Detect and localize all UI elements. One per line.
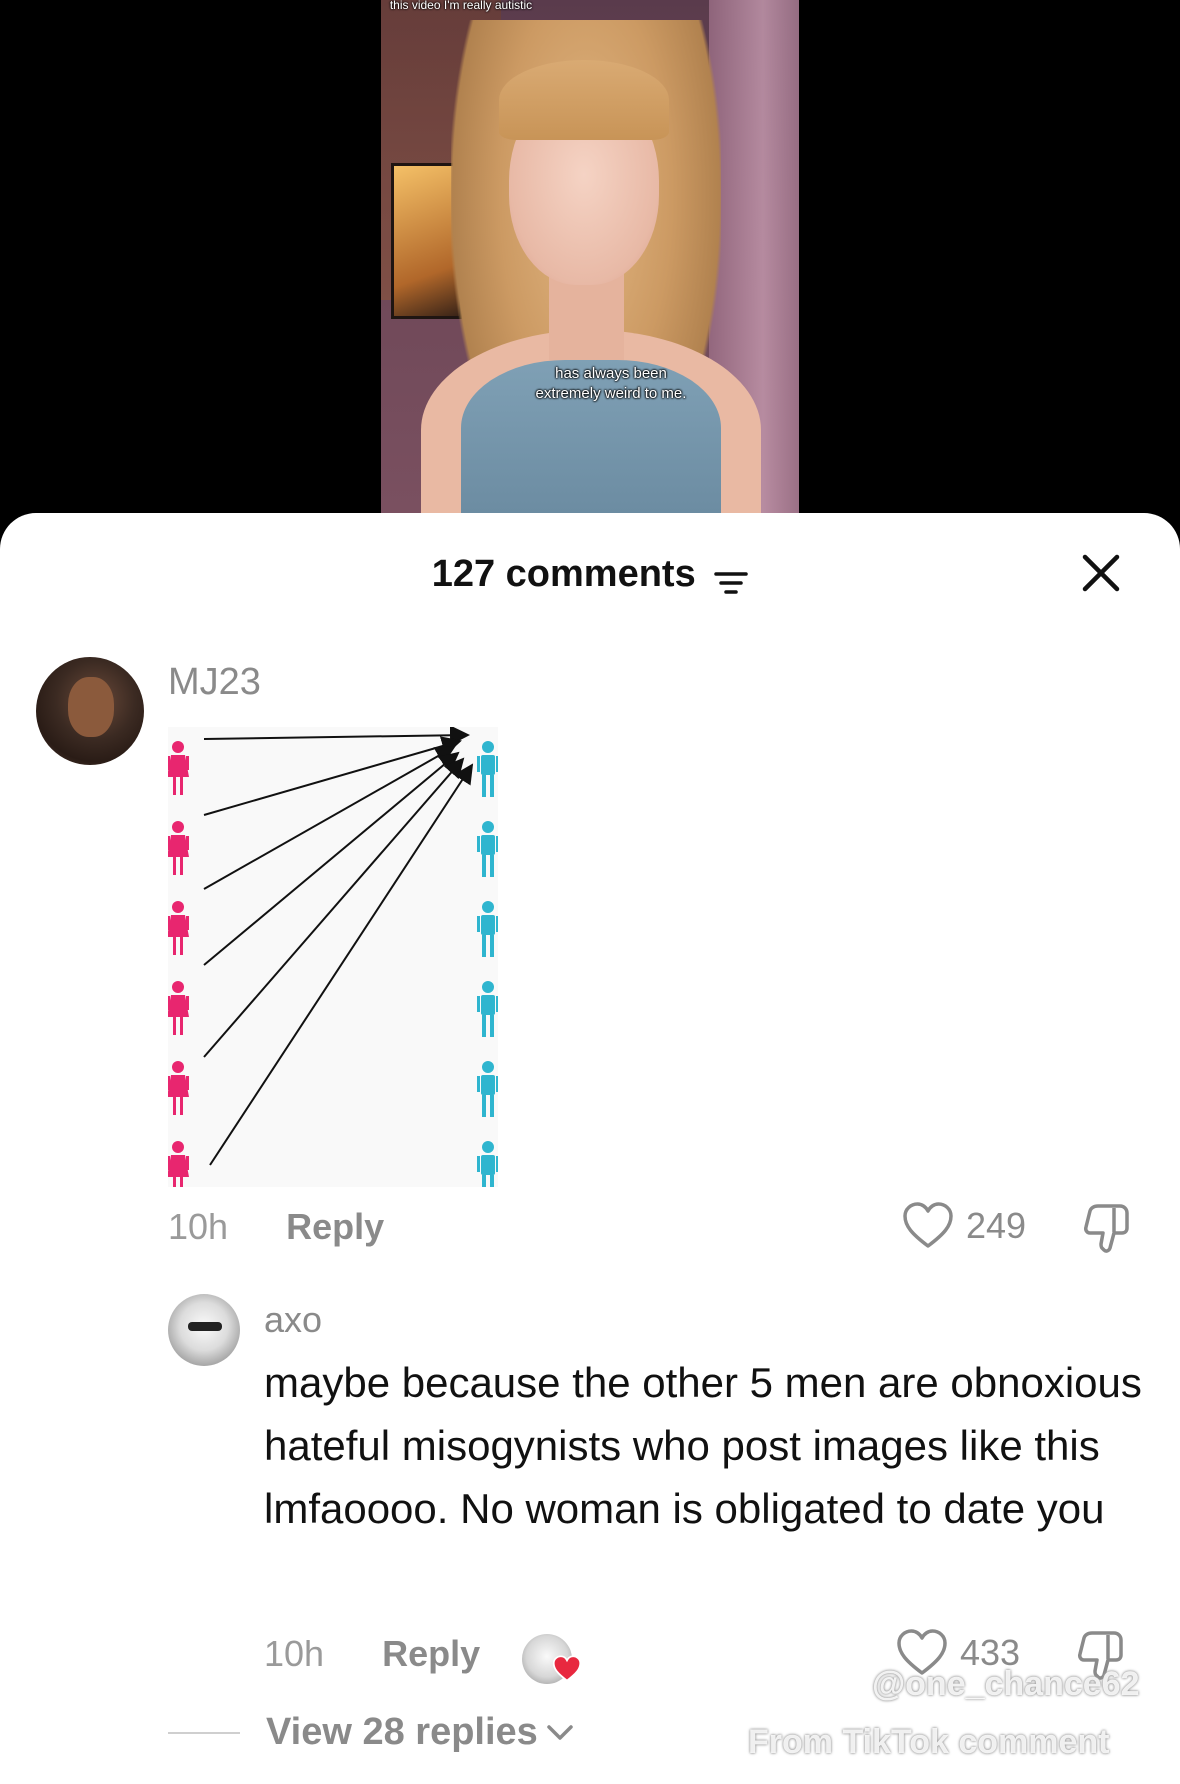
man-figure-icon <box>477 741 499 1197</box>
heart-filled-icon <box>552 1655 582 1688</box>
creator-liked-badge <box>522 1634 582 1684</box>
comment-meta: 10h Reply <box>264 1633 480 1675</box>
heart-outline-icon <box>903 1202 953 1248</box>
avatar-glasses <box>188 1322 222 1331</box>
arrow-icon <box>203 725 474 1166</box>
reply-button[interactable]: Reply <box>382 1633 480 1674</box>
chevron-down-icon <box>547 1724 573 1740</box>
like-button[interactable]: 249 <box>902 1202 1026 1250</box>
watermark-source: From TikTok comment <box>748 1723 1110 1761</box>
close-button[interactable] <box>1075 547 1127 599</box>
video-caption-top: this video I'm really autistic <box>389 0 533 12</box>
watermark-handle: @one_chance62 <box>872 1665 1140 1703</box>
comment-text: maybe because the other 5 men are obnoxi… <box>264 1359 1142 1532</box>
video-caption: has always been extremely weird to me. <box>535 365 687 402</box>
comment-username[interactable]: axo <box>264 1299 322 1341</box>
thumbs-down-icon <box>1084 1204 1129 1253</box>
avatar[interactable] <box>36 657 144 765</box>
avatar[interactable] <box>168 1294 240 1366</box>
comment-meta: 10h Reply <box>168 1206 384 1248</box>
dislike-button[interactable] <box>1080 1202 1132 1259</box>
comment-username[interactable]: MJ23 <box>168 661 261 704</box>
comment-time: 10h <box>264 1633 325 1674</box>
comment-time: 10h <box>168 1206 229 1247</box>
video-player[interactable]: this video I'm really autistic has alway… <box>381 0 799 513</box>
replies-divider <box>168 1731 240 1734</box>
view-replies-label: View 28 replies <box>266 1711 538 1753</box>
close-x-icon <box>1082 554 1120 592</box>
gender-arrows-image <box>167 725 499 1197</box>
like-count: 249 <box>966 1205 1027 1246</box>
woman-figure-icon <box>167 741 189 1195</box>
comments-header: 127 comments <box>0 553 1180 603</box>
reply-button[interactable]: Reply <box>286 1206 384 1247</box>
avatar-face <box>68 677 114 737</box>
comment-image[interactable] <box>167 725 499 1197</box>
comments-count-title: 127 comments <box>431 553 696 595</box>
view-replies-button[interactable]: View 28 replies <box>168 1711 574 1754</box>
comments-sheet: 127 comments MJ23 10h Reply 249 axo mayb… <box>0 513 1180 1784</box>
comments-title-row: 127 comments <box>0 553 1180 596</box>
sort-lines-icon[interactable] <box>714 563 749 594</box>
video-person-bangs <box>499 60 669 140</box>
